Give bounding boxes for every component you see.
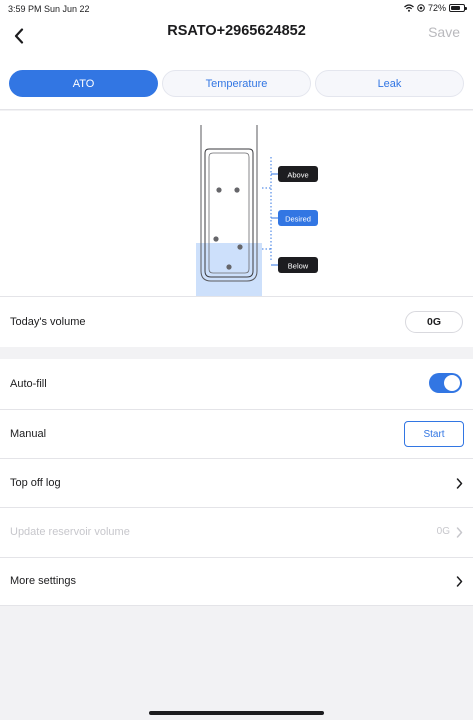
home-indicator <box>149 711 324 715</box>
tab-temperature[interactable]: Temperature <box>162 70 311 97</box>
save-button[interactable]: Save <box>428 24 460 40</box>
autofill-row: Auto-fill <box>0 359 473 409</box>
topoff-log-row[interactable]: Top off log <box>0 458 473 507</box>
below-tag-label: Below <box>288 262 309 271</box>
status-time-date: 3:59 PM Sun Jun 22 <box>8 4 90 14</box>
tank-illustration: Above Desired Below <box>196 125 318 296</box>
page-title: RSATO+2965624852 <box>167 23 306 39</box>
wifi-icon <box>404 4 414 12</box>
above-tag-label: Above <box>287 171 308 180</box>
more-settings-label: More settings <box>10 575 77 587</box>
todays-volume-row: Today's volume 0G <box>0 296 473 347</box>
status-bar: 3:59 PM Sun Jun 22 72% <box>0 0 473 16</box>
start-button[interactable]: Start <box>404 421 464 447</box>
tab-leak[interactable]: Leak <box>315 70 464 97</box>
sensor-dot <box>226 264 232 270</box>
chevron-right-icon <box>456 576 463 587</box>
battery-icon <box>449 4 467 12</box>
manual-row: Manual Start <box>0 409 473 458</box>
chevron-right-icon <box>456 527 463 538</box>
chevron-right-icon <box>456 478 463 489</box>
ato-diagram: Above Desired Below <box>0 111 473 296</box>
sensor-dot <box>216 187 222 193</box>
update-reservoir-row: Update reservoir volume 0G <box>0 507 473 557</box>
autofill-toggle[interactable] <box>429 373 462 393</box>
manual-label: Manual <box>10 428 47 440</box>
sensor-dot <box>234 187 240 193</box>
update-reservoir-value: 0G <box>436 526 450 537</box>
nav-bar: RSATO+2965624852 Save <box>0 16 473 56</box>
sensor-dot <box>213 236 219 242</box>
todays-volume-label: Today's volume <box>10 316 86 328</box>
autofill-label: Auto-fill <box>10 378 47 390</box>
location-icon <box>417 4 425 12</box>
battery-percent: 72% <box>427 3 446 13</box>
update-reservoir-label: Update reservoir volume <box>10 526 130 538</box>
tab-ato[interactable]: ATO <box>9 70 158 97</box>
more-settings-row[interactable]: More settings <box>0 557 473 606</box>
sensor-dot <box>237 244 243 250</box>
desired-tag-label: Desired <box>285 215 311 224</box>
status-icons: 72% <box>404 3 467 13</box>
tab-bar: ATO Temperature Leak <box>0 56 473 110</box>
topoff-log-label: Top off log <box>10 477 61 489</box>
todays-volume-value: 0G <box>405 311 463 333</box>
